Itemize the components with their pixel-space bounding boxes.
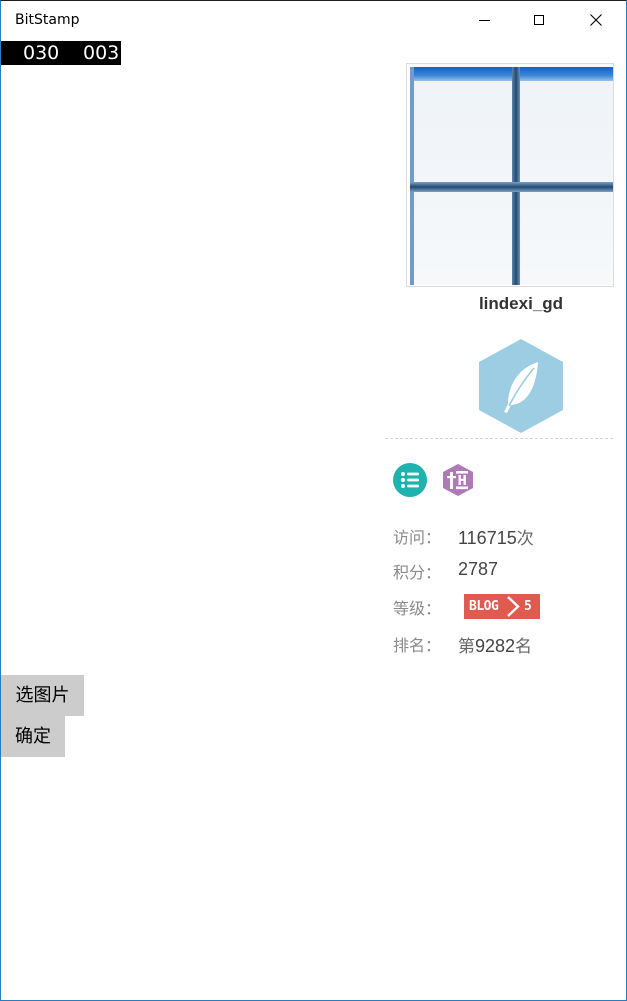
frame-counter: 030 003 (1, 41, 121, 65)
visits-unit: 次 (516, 529, 534, 549)
username: lindexi_gd (478, 294, 564, 313)
blog-level-badge[interactable]: BLOG 5 (464, 594, 540, 619)
rank-value: 第9282名 (458, 632, 532, 657)
app-window: BitStamp 030 003 lindexi_gd 访问： 116715次 … (0, 0, 627, 1001)
avatar-image (410, 67, 613, 285)
minimize-button[interactable] (461, 1, 507, 39)
heng-icon[interactable] (441, 463, 475, 497)
blog-badge-text: BLOG (469, 599, 499, 614)
counter-second: 003 (83, 42, 120, 64)
close-icon (590, 14, 602, 26)
maximize-icon (534, 15, 544, 25)
visits-number: 116715 (458, 528, 517, 548)
title-bar[interactable]: BitStamp (1, 1, 626, 39)
score-label: 积分： (393, 563, 442, 582)
rank-number: 9282 (475, 636, 516, 656)
blog-badge-level: 5 (524, 599, 532, 614)
feather-icon (479, 339, 563, 433)
list-icon[interactable] (393, 463, 427, 497)
rank-label: 排名： (393, 636, 442, 655)
counter-first: 030 (23, 42, 60, 64)
divider (385, 438, 613, 439)
window-title: BitStamp (15, 12, 80, 28)
score-value: 2787 (458, 559, 499, 579)
visits-value: 116715次 (458, 524, 534, 549)
visits-label: 访问： (393, 528, 442, 547)
pick-image-button[interactable]: 选图片 (1, 675, 84, 716)
rank-unit: 名 (515, 637, 533, 657)
chevron-right-icon (507, 596, 520, 617)
minimize-icon (478, 19, 490, 21)
close-button[interactable] (573, 1, 619, 39)
confirm-button[interactable]: 确定 (1, 716, 65, 757)
rank-prefix: 第 (458, 637, 475, 657)
avatar (406, 63, 614, 287)
maximize-button[interactable] (516, 1, 562, 39)
level-label: 等级： (393, 599, 442, 618)
